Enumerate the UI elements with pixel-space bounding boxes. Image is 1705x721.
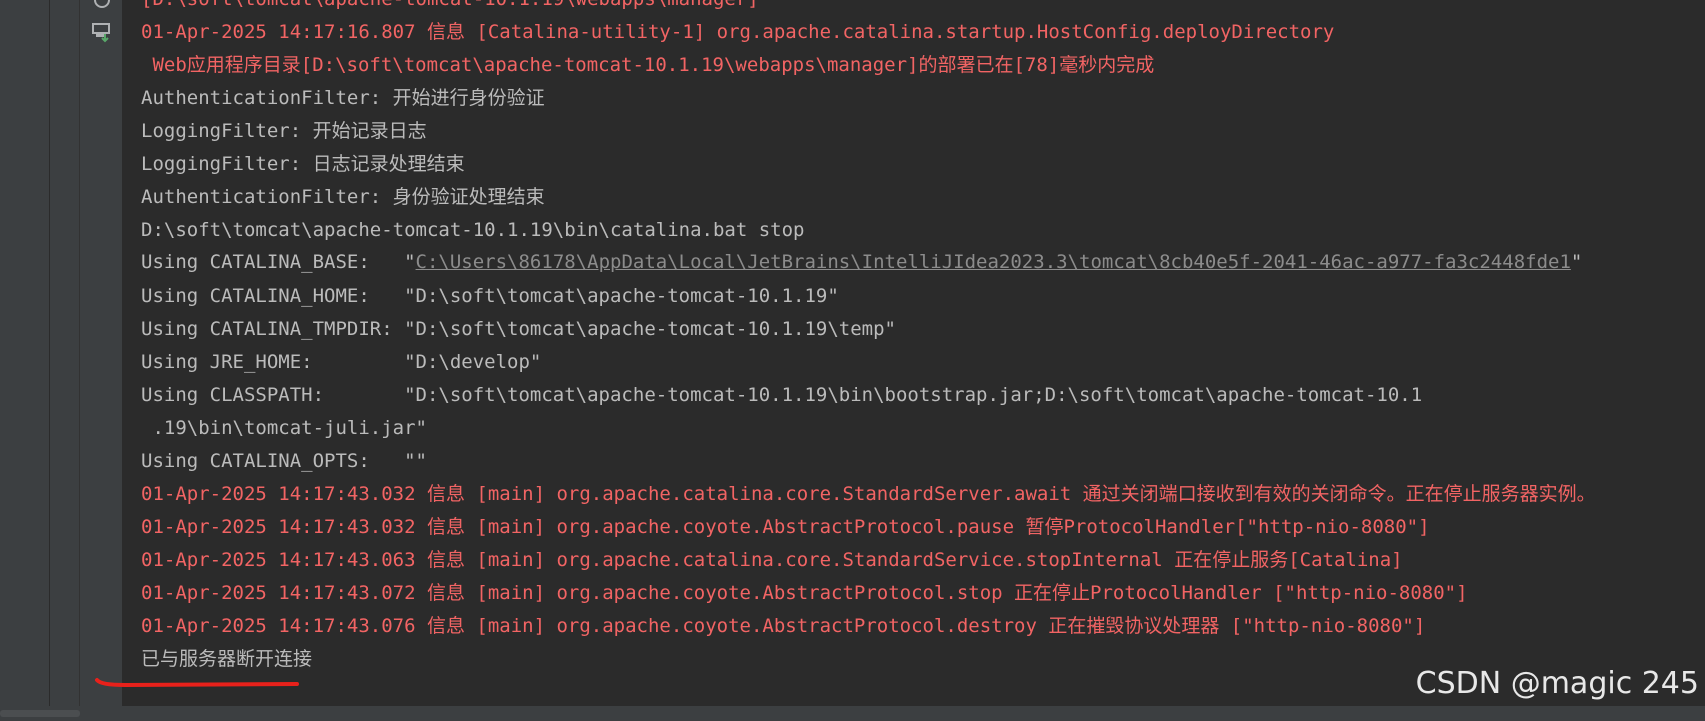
console-line: 01-Apr-2025 14:17:43.076 信息 [main] org.a… — [141, 615, 1426, 637]
rerun-icon[interactable] — [88, 0, 116, 14]
console-line: Using CATALINA_OPTS: "" — [141, 450, 427, 472]
console-line: Using CATALINA_TMPDIR: "D:\soft\tomcat\a… — [141, 318, 896, 340]
scrollbar-thumb[interactable] — [0, 710, 80, 717]
print-icon[interactable] — [88, 18, 116, 46]
toolbar-divider — [79, 0, 80, 706]
red-underline-annotation — [95, 678, 299, 688]
console-line: D:\soft\tomcat\apache-tomcat-10.1.19\bin… — [141, 219, 805, 241]
console-line: .19\bin\tomcat-juli.jar" — [141, 417, 427, 439]
console-line: LoggingFilter: 开始记录日志 — [141, 120, 427, 142]
console-line: Web应用程序目录[D:\soft\tomcat\apache-tomcat-1… — [141, 54, 1155, 76]
console-line: Using CLASSPATH: "D:\soft\tomcat\apache-… — [141, 384, 1423, 406]
console-line: AuthenticationFilter: 身份验证处理结束 — [141, 186, 545, 208]
console-line: Using JRE_HOME: "D:\develop" — [141, 351, 542, 373]
console-line: 01-Apr-2025 14:17:43.032 信息 [main] org.a… — [141, 516, 1430, 538]
console-line: 01-Apr-2025 14:17:43.072 信息 [main] org.a… — [141, 582, 1468, 604]
console-line: 01-Apr-2025 14:17:43.063 信息 [main] org.a… — [141, 549, 1403, 571]
left-tool-strip — [0, 0, 50, 721]
catalina-base-prefix: Using CATALINA_BASE: " — [141, 251, 416, 273]
console-output[interactable]: [D:\soft\tomcat\apache-tomcat-10.1.19\we… — [123, 0, 1705, 706]
console-line: LoggingFilter: 日志记录处理结束 — [141, 153, 465, 175]
console-line: 01-Apr-2025 14:17:16.807 信息 [Catalina-ut… — [141, 21, 1335, 43]
console-line: [D:\soft\tomcat\apache-tomcat-10.1.19\we… — [141, 0, 759, 16]
console-toolbar — [50, 0, 122, 721]
console-line: AuthenticationFilter: 开始进行身份验证 — [141, 87, 545, 109]
horizontal-scrollbar[interactable] — [0, 706, 1705, 721]
console-line: 已与服务器断开连接 — [141, 648, 313, 670]
catalina-base-path-link[interactable]: C:\Users\86178\AppData\Local\JetBrains\I… — [416, 251, 1571, 273]
catalina-base-suffix: " — [1570, 251, 1583, 273]
console-line: 01-Apr-2025 14:17:43.032 信息 [main] org.a… — [141, 483, 1596, 505]
console-line: Using CATALINA_HOME: "D:\soft\tomcat\apa… — [141, 285, 839, 307]
csdn-watermark: CSDN @magic 245 — [1415, 666, 1699, 701]
catalina-base-line: Using CATALINA_BASE: "C:\Users\86178\App… — [141, 246, 1582, 279]
